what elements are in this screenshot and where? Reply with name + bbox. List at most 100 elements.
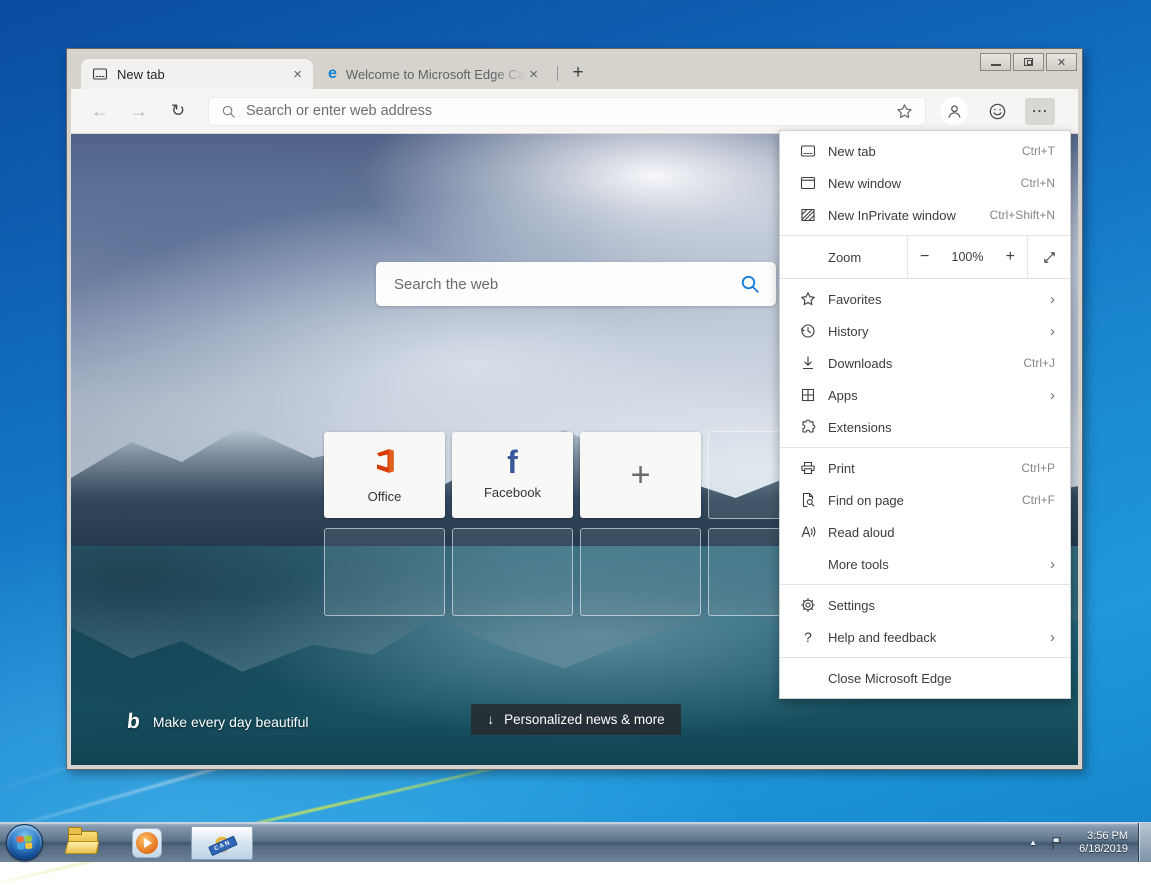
new-tab-icon bbox=[800, 143, 816, 159]
menu-item-help-and-feedback[interactable]: ? Help and feedback › bbox=[780, 621, 1070, 653]
menu-item-label: Close Microsoft Edge bbox=[828, 671, 1055, 686]
media-player-icon bbox=[132, 828, 162, 858]
menu-item-label: Print bbox=[828, 461, 1021, 476]
zoom-in-button[interactable]: + bbox=[1006, 248, 1015, 266]
tab-welcome[interactable]: e Welcome to Microsoft Edge Can × bbox=[317, 59, 549, 89]
tile-label: Office bbox=[368, 489, 402, 504]
chevron-right-icon: › bbox=[1050, 324, 1055, 339]
find-on-page-icon bbox=[800, 492, 816, 508]
help-icon: ? bbox=[800, 629, 816, 645]
bing-logo-icon: b bbox=[126, 710, 141, 734]
menu-item-label: Settings bbox=[828, 598, 1055, 613]
inprivate-icon bbox=[800, 207, 816, 223]
bookmark-star-icon[interactable] bbox=[896, 103, 913, 120]
menu-item-new-tab[interactable]: New tab Ctrl+T bbox=[780, 135, 1070, 167]
settings-and-more-button[interactable]: ⋯ bbox=[1025, 98, 1055, 125]
show-hidden-icons-button[interactable]: ▲ bbox=[1023, 838, 1043, 847]
chevron-right-icon: › bbox=[1050, 557, 1055, 572]
menu-item-new-inprivate-window[interactable]: New InPrivate window Ctrl+Shift+N bbox=[780, 199, 1070, 231]
favorites-star-icon bbox=[800, 291, 816, 307]
action-center-flag-icon[interactable] bbox=[1043, 835, 1071, 851]
web-search-input[interactable] bbox=[394, 276, 740, 293]
search-magnifier-icon[interactable] bbox=[740, 274, 760, 294]
tile-label: Facebook bbox=[484, 485, 541, 500]
menu-item-find-on-page[interactable]: Find on page Ctrl+F bbox=[780, 484, 1070, 516]
menu-item-more-tools[interactable]: More tools › bbox=[780, 548, 1070, 580]
settings-gear-icon bbox=[800, 597, 816, 613]
new-tab-button[interactable]: + bbox=[565, 60, 591, 86]
menu-item-downloads[interactable]: Downloads Ctrl+J bbox=[780, 347, 1070, 379]
tab-new-tab[interactable]: New tab × bbox=[81, 59, 313, 89]
start-button[interactable] bbox=[6, 824, 43, 861]
extensions-puzzle-icon bbox=[800, 419, 816, 435]
down-arrow-icon: ↓ bbox=[487, 712, 494, 727]
menu-item-label: New InPrivate window bbox=[828, 208, 990, 223]
fullscreen-button[interactable] bbox=[1028, 236, 1070, 278]
read-aloud-icon bbox=[800, 524, 816, 540]
menu-item-settings[interactable]: Settings bbox=[780, 589, 1070, 621]
taskbar-clock[interactable]: 3:56 PM 6/18/2019 bbox=[1071, 830, 1138, 856]
zoom-out-button[interactable]: − bbox=[920, 248, 929, 266]
plus-icon: + bbox=[631, 456, 651, 495]
menu-item-shortcut: Ctrl+Shift+N bbox=[990, 208, 1055, 222]
top-site-tile-office[interactable]: Office bbox=[324, 432, 445, 518]
menu-item-extensions[interactable]: Extensions bbox=[780, 411, 1070, 443]
settings-and-more-menu: New tab Ctrl+T New window Ctrl+N New InP… bbox=[779, 130, 1071, 699]
menu-item-shortcut: Ctrl+T bbox=[1022, 144, 1055, 158]
profile-button[interactable] bbox=[940, 97, 968, 125]
chevron-right-icon: › bbox=[1050, 292, 1055, 307]
browser-toolbar: ← → ↻ ⋯ bbox=[71, 89, 1078, 134]
clock-time: 3:56 PM bbox=[1079, 830, 1128, 843]
tab-title: Welcome to Microsoft Edge Can bbox=[346, 67, 526, 82]
menu-item-print[interactable]: Print Ctrl+P bbox=[780, 452, 1070, 484]
back-button[interactable]: ← bbox=[85, 96, 115, 126]
web-search-box[interactable] bbox=[376, 262, 776, 306]
empty-tile bbox=[452, 528, 573, 616]
menu-item-read-aloud[interactable]: Read aloud bbox=[780, 516, 1070, 548]
zoom-label: Zoom bbox=[780, 236, 907, 278]
address-bar[interactable] bbox=[208, 97, 926, 126]
taskbar-edge-canary-button[interactable]: e CAN bbox=[191, 826, 253, 860]
top-site-tile-facebook[interactable]: f Facebook bbox=[452, 432, 573, 518]
menu-item-shortcut: Ctrl+P bbox=[1021, 461, 1055, 475]
show-desktop-button[interactable] bbox=[1138, 823, 1151, 862]
menu-item-new-window[interactable]: New window Ctrl+N bbox=[780, 167, 1070, 199]
menu-zoom-row: Zoom − 100% + bbox=[780, 236, 1070, 278]
menu-item-apps[interactable]: Apps › bbox=[780, 379, 1070, 411]
menu-item-label: Extensions bbox=[828, 420, 1055, 435]
refresh-button[interactable]: ↻ bbox=[163, 96, 193, 126]
personalized-news-button[interactable]: ↓ Personalized news & more bbox=[471, 704, 681, 735]
address-input[interactable] bbox=[246, 103, 886, 119]
feedback-smiley-button[interactable] bbox=[981, 96, 1013, 126]
menu-item-favorites[interactable]: Favorites › bbox=[780, 283, 1070, 315]
taskbar-media-player-button[interactable] bbox=[129, 827, 165, 859]
close-window-button[interactable]: ✕ bbox=[1046, 53, 1077, 71]
tab-close-icon[interactable]: × bbox=[290, 67, 305, 82]
maximize-button[interactable] bbox=[1013, 53, 1044, 71]
tab-close-icon[interactable]: × bbox=[526, 67, 541, 82]
add-site-tile[interactable]: + bbox=[580, 432, 701, 518]
taskbar: e CAN ▲ 3:56 PM 6/18/2019 bbox=[0, 822, 1151, 862]
new-window-icon bbox=[800, 175, 816, 191]
menu-item-label: History bbox=[828, 324, 1050, 339]
empty-tile bbox=[580, 528, 701, 616]
menu-item-label: Find on page bbox=[828, 493, 1022, 508]
news-button-label: Personalized news & more bbox=[504, 712, 665, 727]
taskbar-explorer-button[interactable] bbox=[65, 827, 101, 859]
search-icon bbox=[221, 104, 236, 119]
menu-item-label: Favorites bbox=[828, 292, 1050, 307]
empty-tile bbox=[324, 528, 445, 616]
office-icon bbox=[371, 447, 399, 480]
system-tray: ▲ 3:56 PM 6/18/2019 bbox=[1023, 823, 1151, 862]
tab-divider bbox=[557, 66, 558, 81]
tab-strip: New tab × e Welcome to Microsoft Edge Ca… bbox=[71, 54, 1078, 89]
history-icon bbox=[800, 323, 816, 339]
blank-icon bbox=[800, 670, 816, 686]
minimize-button[interactable] bbox=[980, 53, 1011, 71]
forward-button[interactable]: → bbox=[124, 96, 154, 126]
wallpaper-caption: Make every day beautiful bbox=[153, 714, 309, 730]
menu-item-close-microsoft-edge[interactable]: Close Microsoft Edge bbox=[780, 662, 1070, 694]
menu-item-history[interactable]: History › bbox=[780, 315, 1070, 347]
menu-item-shortcut: Ctrl+N bbox=[1021, 176, 1055, 190]
chevron-right-icon: › bbox=[1050, 630, 1055, 645]
